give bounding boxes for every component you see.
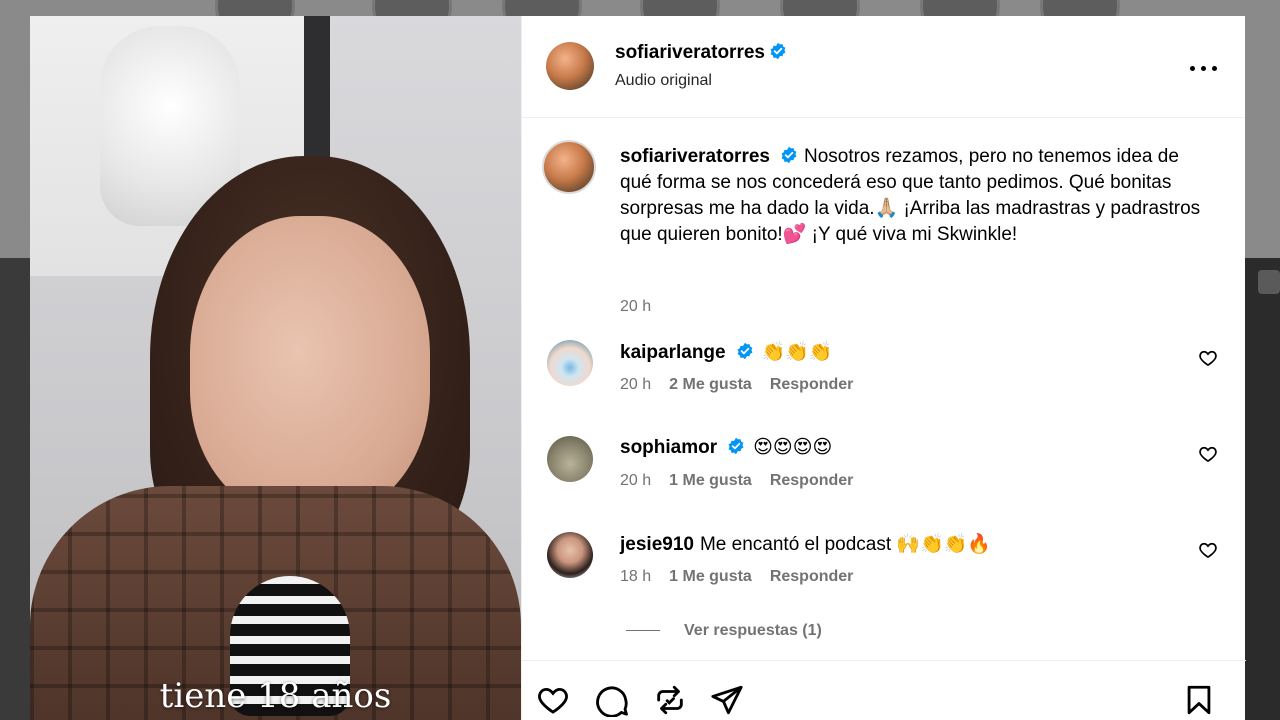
bookmark-icon[interactable] bbox=[1182, 683, 1216, 717]
backdrop-right-strip bbox=[1245, 258, 1280, 720]
comment-item: jesie910 Me encantó el podcast 🙌👏👏🔥 18 h1… bbox=[522, 532, 1246, 628]
comment-likes[interactable]: 1 Me gusta bbox=[669, 472, 752, 489]
post-video[interactable]: tiene 18 años bbox=[30, 16, 521, 720]
comment-like-heart-icon[interactable] bbox=[1198, 444, 1218, 464]
comment-text-row: jesie910 Me encantó el podcast 🙌👏👏🔥 bbox=[620, 532, 991, 556]
comment-like-heart-icon[interactable] bbox=[1198, 348, 1218, 368]
comment-text: 👏👏👏 bbox=[761, 342, 833, 363]
send-icon[interactable] bbox=[710, 683, 744, 717]
comment-like-heart-icon[interactable] bbox=[1198, 540, 1218, 560]
more-icon-dot bbox=[1201, 66, 1206, 71]
comment-reply-button[interactable]: Responder bbox=[770, 568, 854, 585]
more-icon bbox=[1190, 66, 1195, 71]
author-name-row[interactable]: sofiariveratorres bbox=[615, 42, 787, 64]
comment-item: sophiamor 😍😍😍😍 20 h 1 Me gusta Responder bbox=[522, 436, 1246, 532]
verified-badge-icon bbox=[781, 146, 797, 164]
comment-username[interactable]: sophiamor bbox=[620, 437, 717, 458]
video-subtitle: tiene 18 años bbox=[159, 676, 392, 716]
comment-meta: 20 h 1 Me gusta Responder bbox=[620, 472, 853, 490]
comment-text-row: kaiparlange 👏👏👏 bbox=[620, 340, 833, 364]
comment-icon[interactable] bbox=[596, 683, 630, 717]
backdrop-play-icon bbox=[1258, 270, 1280, 294]
comment-meta: 18 h 1 Me gusta Responder bbox=[620, 568, 853, 586]
comment-avatar[interactable] bbox=[547, 532, 593, 578]
caption-author-avatar[interactable] bbox=[542, 140, 596, 194]
caption-time[interactable]: 20 h bbox=[620, 298, 651, 316]
verified-badge-icon bbox=[737, 342, 753, 360]
comment-reply-button[interactable]: Responder bbox=[770, 472, 854, 489]
comment-reply-button[interactable]: Responder bbox=[770, 376, 854, 393]
verified-badge-icon bbox=[728, 437, 744, 455]
post-action-bar bbox=[522, 660, 1246, 720]
backdrop-left-strip bbox=[0, 258, 30, 720]
view-replies-button[interactable]: Ver respuestas (1) bbox=[626, 622, 822, 640]
comment-meta: 20 h 2 Me gusta Responder bbox=[620, 376, 853, 394]
more-icon-dot bbox=[1212, 66, 1217, 71]
author-avatar[interactable] bbox=[546, 42, 594, 90]
comment-likes[interactable]: 1 Me gusta bbox=[669, 568, 752, 585]
comment-time[interactable]: 20 h bbox=[620, 376, 651, 393]
comment-likes[interactable]: 2 Me gusta bbox=[669, 376, 752, 393]
comment-text: 😍😍😍😍 bbox=[753, 437, 833, 458]
heart-icon[interactable] bbox=[536, 683, 570, 717]
post-header: sofiariveratorres Audio original bbox=[522, 16, 1245, 118]
comment-item: kaiparlange 👏👏👏 20 h 2 Me gusta Responder bbox=[522, 340, 1246, 436]
caption-text-block: sofiariveratorres Nosotros rezamos, pero … bbox=[620, 144, 1210, 248]
post-modal: tiene 18 años sofiariveratorres Audio or… bbox=[30, 16, 1246, 720]
comment-time[interactable]: 18 h bbox=[620, 568, 651, 585]
comment-avatar[interactable] bbox=[547, 436, 593, 482]
comment-username[interactable]: kaiparlange bbox=[620, 342, 726, 363]
comment-text-row: sophiamor 😍😍😍😍 bbox=[620, 436, 832, 459]
post-side-panel: sofiariveratorres Audio original sofiari… bbox=[521, 16, 1246, 720]
comment-avatar[interactable] bbox=[547, 340, 593, 386]
video-person-face bbox=[190, 216, 430, 516]
comment-text: Me encantó el podcast 🙌👏👏🔥 bbox=[699, 534, 992, 555]
author-username[interactable]: sofiariveratorres bbox=[615, 42, 765, 63]
repost-icon[interactable] bbox=[653, 683, 687, 717]
more-options-button[interactable] bbox=[1190, 64, 1218, 74]
audio-label[interactable]: Audio original bbox=[615, 72, 712, 90]
comment-time[interactable]: 20 h bbox=[620, 472, 651, 489]
comment-username[interactable]: jesie910 bbox=[620, 534, 694, 555]
verified-badge-icon bbox=[770, 42, 786, 60]
caption-username[interactable]: sofiariveratorres bbox=[620, 146, 770, 167]
